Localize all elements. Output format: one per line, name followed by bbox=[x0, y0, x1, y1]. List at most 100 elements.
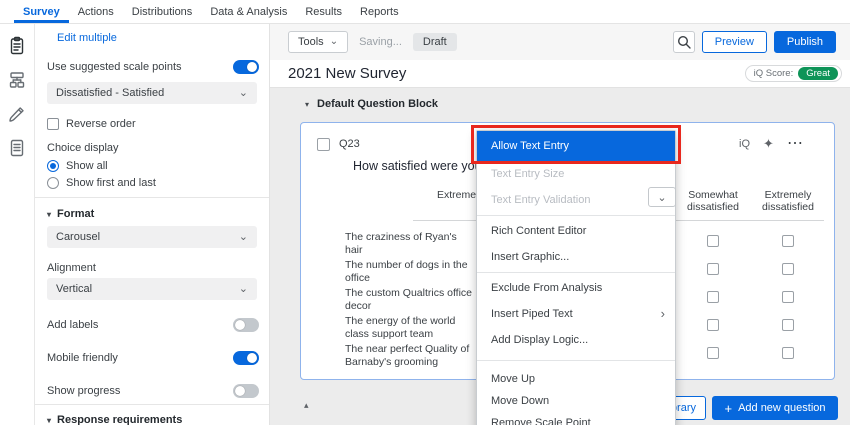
mobile-friendly-row: Mobile friendly bbox=[47, 351, 259, 365]
nav-tab-distributions[interactable]: Distributions bbox=[123, 0, 202, 23]
editor-toolbar: Tools ⌄ Saving... Draft Preview Publish bbox=[270, 24, 850, 60]
format-select[interactable]: Carousel ⌄ bbox=[47, 226, 257, 248]
menu-divider bbox=[477, 360, 675, 361]
question-select-checkbox[interactable] bbox=[317, 138, 330, 151]
response-requirements-label: Response requirements bbox=[57, 414, 182, 425]
tools-label: Tools bbox=[298, 36, 324, 48]
matrix-checkbox[interactable] bbox=[707, 347, 719, 359]
add-new-question-label: Add new question bbox=[738, 402, 825, 414]
triangle-down-icon: ▾ bbox=[47, 416, 51, 425]
iq-score-label: iQ Score: bbox=[754, 68, 794, 79]
scale-column-header: Extremely dissatisfied bbox=[743, 189, 833, 213]
add-labels-toggle[interactable] bbox=[233, 318, 259, 332]
survey-flow-icon[interactable] bbox=[7, 70, 27, 90]
submenu-arrow-icon: › bbox=[661, 301, 665, 327]
matrix-checkbox[interactable] bbox=[707, 291, 719, 303]
search-button[interactable] bbox=[673, 31, 695, 53]
matrix-checkbox[interactable] bbox=[782, 291, 794, 303]
toolbar-right-group: Preview Publish bbox=[673, 31, 836, 53]
show-all-row: Show all bbox=[47, 160, 108, 172]
menu-item-allow-text-entry[interactable]: Allow Text Entry bbox=[477, 131, 675, 161]
iq-score-badge[interactable]: iQ Score: Great bbox=[745, 65, 842, 82]
add-new-question-button[interactable]: + Add new question bbox=[712, 396, 838, 420]
matrix-row-label[interactable]: The near perfect Quality of Barnaby's gr… bbox=[345, 343, 477, 368]
matrix-checkbox[interactable] bbox=[782, 235, 794, 247]
matrix-checkbox[interactable] bbox=[782, 263, 794, 275]
use-suggested-scale-points-toggle[interactable] bbox=[233, 60, 259, 74]
menu-item-text-entry-size: Text Entry Size bbox=[477, 161, 675, 187]
search-icon bbox=[677, 35, 691, 49]
left-icon-rail bbox=[0, 24, 35, 425]
survey-builder-icon[interactable] bbox=[7, 36, 27, 56]
block-header[interactable]: ▾ Default Question Block bbox=[305, 98, 438, 110]
alignment-value: Vertical bbox=[56, 283, 92, 295]
chevron-down-icon: ⌄ bbox=[657, 191, 666, 204]
scale-points-select[interactable]: Dissatisfied - Satisfied ⌄ bbox=[47, 82, 257, 104]
menu-item-exclude-from-analysis[interactable]: Exclude From Analysis bbox=[477, 275, 675, 301]
reverse-order-label: Reverse order bbox=[66, 118, 136, 130]
alignment-select[interactable]: Vertical ⌄ bbox=[47, 278, 257, 300]
matrix-row-label[interactable]: The craziness of Ryan's hair bbox=[345, 231, 477, 256]
menu-divider bbox=[477, 272, 675, 273]
show-first-last-row: Show first and last bbox=[47, 177, 156, 189]
toggle-knob bbox=[247, 62, 257, 72]
reverse-order-checkbox[interactable] bbox=[47, 118, 59, 130]
menu-item-rich-content-editor[interactable]: Rich Content Editor bbox=[477, 218, 675, 244]
tools-button[interactable]: Tools ⌄ bbox=[288, 31, 348, 53]
nav-tab-data-analysis[interactable]: Data & Analysis bbox=[201, 0, 296, 23]
chevron-down-icon: ⌄ bbox=[330, 38, 338, 46]
star-icon[interactable]: ✦ bbox=[763, 136, 774, 152]
mobile-friendly-toggle[interactable] bbox=[233, 351, 259, 365]
format-value: Carousel bbox=[56, 231, 100, 243]
show-all-radio[interactable] bbox=[47, 160, 59, 172]
toggle-knob bbox=[235, 320, 245, 330]
menu-item-add-display-logic[interactable]: Add Display Logic... bbox=[477, 327, 675, 353]
matrix-checkbox[interactable] bbox=[782, 347, 794, 359]
edit-multiple-link[interactable]: Edit multiple bbox=[57, 32, 117, 44]
format-section-header[interactable]: ▾ Format bbox=[47, 208, 94, 220]
question-options-panel: Edit multiple Use suggested scale points… bbox=[35, 24, 270, 425]
survey-title-row: 2021 New Survey iQ Score: Great bbox=[270, 60, 850, 88]
show-progress-toggle[interactable] bbox=[233, 384, 259, 398]
menu-item-remove-scale-point[interactable]: Remove Scale Point bbox=[477, 412, 675, 425]
nav-tab-results[interactable]: Results bbox=[296, 0, 351, 23]
matrix-checkbox[interactable] bbox=[707, 263, 719, 275]
publish-button[interactable]: Publish bbox=[774, 31, 836, 53]
draft-badge: Draft bbox=[413, 33, 457, 51]
matrix-row-label[interactable]: The number of dogs in the office bbox=[345, 259, 477, 284]
chevron-down-icon: ⌄ bbox=[239, 284, 248, 294]
matrix-checkbox[interactable] bbox=[707, 235, 719, 247]
nav-tab-reports[interactable]: Reports bbox=[351, 0, 408, 23]
matrix-row-label[interactable]: The custom Qualtrics office decor bbox=[345, 287, 477, 312]
survey-options-icon[interactable] bbox=[7, 138, 27, 158]
question-iq-button[interactable]: iQ bbox=[739, 138, 750, 150]
triangle-down-icon: ▾ bbox=[305, 100, 309, 109]
alignment-label: Alignment bbox=[47, 262, 96, 274]
add-labels-label: Add labels bbox=[47, 319, 98, 331]
survey-title: 2021 New Survey bbox=[288, 65, 406, 82]
matrix-row-label[interactable]: The energy of the world class support te… bbox=[345, 315, 477, 340]
menu-item-move-up[interactable]: Move Up bbox=[477, 368, 675, 390]
preview-button[interactable]: Preview bbox=[702, 31, 767, 53]
show-progress-row: Show progress bbox=[47, 384, 259, 398]
use-suggested-scale-points-label: Use suggested scale points bbox=[47, 61, 182, 73]
look-and-feel-icon[interactable] bbox=[7, 104, 27, 124]
show-first-last-label: Show first and last bbox=[66, 177, 156, 189]
question-id: Q23 bbox=[339, 138, 360, 150]
reverse-order-row: Reverse order bbox=[47, 118, 136, 130]
collapse-block-icon[interactable]: ▴ bbox=[304, 400, 309, 411]
menu-item-insert-piped-text[interactable]: Insert Piped Text › bbox=[477, 301, 675, 327]
response-requirements-header[interactable]: ▾ Response requirements bbox=[47, 414, 182, 425]
show-all-label: Show all bbox=[66, 160, 108, 172]
menu-item-insert-graphic[interactable]: Insert Graphic... bbox=[477, 244, 675, 270]
nav-tab-actions[interactable]: Actions bbox=[69, 0, 123, 23]
menu-item-move-down[interactable]: Move Down bbox=[477, 390, 675, 412]
scale-points-dropdown-button[interactable]: ⌄ bbox=[648, 187, 676, 207]
question-context-menu: Allow Text Entry Text Entry Size Text En… bbox=[476, 130, 676, 425]
question-menu-icon[interactable]: ⋯ bbox=[787, 133, 804, 153]
nav-tab-survey[interactable]: Survey bbox=[14, 0, 69, 23]
qualtrics-survey-editor: Survey Actions Distributions Data & Anal… bbox=[0, 0, 850, 425]
matrix-checkbox[interactable] bbox=[707, 319, 719, 331]
matrix-checkbox[interactable] bbox=[782, 319, 794, 331]
show-first-last-radio[interactable] bbox=[47, 177, 59, 189]
